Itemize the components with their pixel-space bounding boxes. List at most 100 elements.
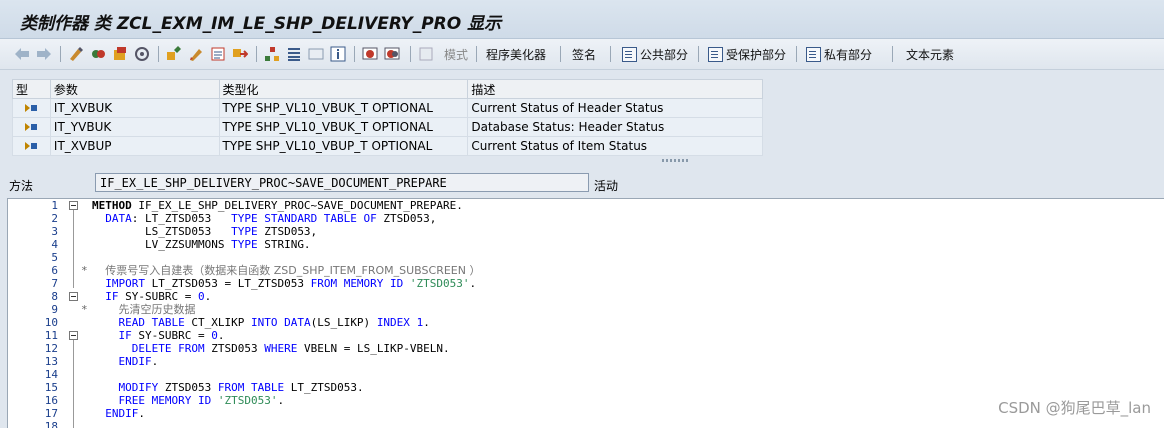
- splitter-handle[interactable]: [662, 159, 690, 162]
- line-number: 2: [51, 212, 58, 225]
- parameter-typing[interactable]: TYPE SHP_VL10_VBUK_T OPTIONAL: [218, 98, 469, 118]
- code-line[interactable]: LS_ZTSD053 TYPE ZTSD053,: [92, 225, 317, 238]
- column-header-type[interactable]: 型: [12, 79, 51, 99]
- parameter-type-cell[interactable]: [12, 136, 51, 156]
- navigation-icon[interactable]: [232, 45, 248, 63]
- column-header-description[interactable]: 描述: [467, 79, 763, 99]
- method-name-field[interactable]: IF_EX_LE_SHP_DELIVERY_PROC~SAVE_DOCUMENT…: [95, 173, 589, 192]
- abap-code-editor[interactable]: 1 2 3 4 5 6 7 8 9 10 11 12 13 14 15 16 1…: [7, 198, 1164, 428]
- line-number: 16: [44, 394, 58, 407]
- parameter-name[interactable]: IT_XVBUK: [49, 98, 220, 118]
- back-arrow-icon[interactable]: [14, 45, 30, 63]
- mode-icon: [418, 45, 434, 63]
- line-number: 6: [51, 264, 58, 277]
- mode-button[interactable]: 模式: [444, 45, 468, 63]
- line-number: 4: [51, 238, 58, 251]
- code-line[interactable]: IMPORT LT_ZTSD053 = LT_ZTSD053 FROM MEMO…: [92, 277, 476, 290]
- table-row[interactable]: IT_XVBUP TYPE SHP_VL10_VBUP_T OPTIONAL C…: [12, 136, 763, 156]
- line-number: 8: [51, 290, 58, 303]
- stack-icon[interactable]: [286, 45, 302, 63]
- pretty-printer-button[interactable]: 程序美化器: [486, 45, 546, 63]
- parameter-typing[interactable]: TYPE SHP_VL10_VBUP_T OPTIONAL: [218, 136, 469, 156]
- parameter-description[interactable]: Current Status of Header Status: [467, 98, 763, 118]
- window-title: 类制作器 类 ZCL_EXM_IM_LE_SHP_DELIVERY_PRO 显示: [20, 14, 502, 34]
- info-icon[interactable]: [330, 45, 346, 63]
- code-line[interactable]: ENDIF.: [92, 355, 159, 368]
- application-toolbar: 模式 程序美化器 签名 公共部分 受保护部分 私有部分 文本元素: [0, 39, 1164, 70]
- other-object-icon[interactable]: [90, 45, 106, 63]
- comment-marker: *: [81, 264, 88, 277]
- signature-button[interactable]: 签名: [572, 45, 596, 63]
- parameter-description[interactable]: Database Status: Header Status: [467, 117, 763, 137]
- breakpoint-icon[interactable]: [362, 45, 378, 63]
- line-number: 14: [44, 368, 58, 381]
- line-number: 15: [44, 381, 58, 394]
- code-line[interactable]: DATA: LT_ZTSD053 TYPE STANDARD TABLE OF …: [92, 212, 436, 225]
- protected-section-label: 受保护部分: [726, 47, 787, 62]
- title-bar: 类制作器 类 ZCL_EXM_IM_LE_SHP_DELIVERY_PRO 显示: [0, 0, 1164, 39]
- importing-parameter-icon: [24, 104, 38, 113]
- where-used-icon[interactable]: [134, 45, 150, 63]
- parameter-name[interactable]: IT_YVBUK: [49, 117, 220, 137]
- code-line[interactable]: METHOD IF_EX_LE_SHP_DELIVERY_PROC~SAVE_D…: [92, 199, 463, 212]
- text-elements-button[interactable]: 文本元素: [906, 45, 954, 63]
- section-icon: [806, 46, 821, 62]
- private-section-button[interactable]: 私有部分: [806, 45, 872, 63]
- line-number: 9: [51, 303, 58, 316]
- column-header-parameter[interactable]: 参数: [49, 79, 220, 99]
- parameter-typing[interactable]: TYPE SHP_VL10_VBUK_T OPTIONAL: [218, 117, 469, 137]
- parameter-type-cell[interactable]: [12, 98, 51, 118]
- code-line[interactable]: 先清空历史数据: [92, 303, 196, 316]
- fold-collapse-icon[interactable]: [69, 331, 78, 340]
- activate-icon[interactable]: [112, 45, 128, 63]
- code-line[interactable]: 传票号写入自建表（数据来自函数 ZSD_SHP_ITEM_FROM_SUBSCR…: [92, 264, 480, 277]
- line-number: 12: [44, 342, 58, 355]
- table-row[interactable]: IT_YVBUK TYPE SHP_VL10_VBUK_T OPTIONAL D…: [12, 117, 763, 137]
- code-line[interactable]: ENDIF.: [92, 407, 145, 420]
- line-number: 17: [44, 407, 58, 420]
- column-header-typing[interactable]: 类型化: [218, 79, 469, 99]
- line-number: 10: [44, 316, 58, 329]
- fold-guide: [73, 340, 74, 428]
- code-line[interactable]: DELETE FROM ZTSD053 WHERE VBELN = LS_LIK…: [92, 342, 450, 355]
- code-line[interactable]: MODIFY ZTSD053 FROM TABLE LT_ZTSD053.: [92, 381, 364, 394]
- window-icon[interactable]: [308, 45, 324, 63]
- line-number: 3: [51, 225, 58, 238]
- line-number: 1: [51, 199, 58, 212]
- hierarchy-icon[interactable]: [264, 45, 280, 63]
- line-number: 7: [51, 277, 58, 290]
- code-line[interactable]: IF SY-SUBRC = 0.: [92, 329, 225, 342]
- table-row[interactable]: IT_XVBUK TYPE SHP_VL10_VBUK_T OPTIONAL C…: [12, 98, 763, 118]
- parameter-description[interactable]: Current Status of Item Status: [467, 136, 763, 156]
- public-section-label: 公共部分: [640, 47, 689, 62]
- protected-section-button[interactable]: 受保护部分: [708, 45, 786, 63]
- method-row: 方法 IF_EX_LE_SHP_DELIVERY_PROC~SAVE_DOCUM…: [0, 173, 1164, 195]
- fold-collapse-icon[interactable]: [69, 292, 78, 301]
- pencil-icon[interactable]: [188, 45, 204, 63]
- toggle-display-change-icon[interactable]: [68, 45, 84, 63]
- line-number: 5: [51, 251, 58, 264]
- line-number: 11: [44, 329, 58, 342]
- code-line[interactable]: READ TABLE CT_XLIKP INTO DATA(LS_LIKP) I…: [92, 316, 430, 329]
- line-number: 13: [44, 355, 58, 368]
- section-icon: [708, 46, 723, 62]
- watermark: CSDN @狗尾巴草_lan: [998, 399, 1151, 417]
- code-line[interactable]: FREE MEMORY ID 'ZTSD053'.: [92, 394, 285, 407]
- code-line[interactable]: LV_ZZSUMMONS TYPE STRING.: [92, 238, 311, 251]
- code-line[interactable]: IF SY-SUBRC = 0.: [92, 290, 211, 303]
- public-section-button[interactable]: 公共部分: [622, 45, 688, 63]
- importing-parameter-icon: [24, 123, 38, 132]
- external-breakpoint-icon[interactable]: [384, 45, 400, 63]
- parameter-table: 型 参数 类型化 描述 IT_XVBUK TYPE SHP_VL10_VBUK_…: [12, 79, 763, 156]
- fold-guide: [73, 210, 74, 288]
- check-icon[interactable]: [166, 45, 182, 63]
- method-status: 活动: [594, 179, 619, 193]
- parameter-type-cell[interactable]: [12, 117, 51, 137]
- method-label: 方法: [9, 179, 34, 193]
- fold-collapse-icon[interactable]: [69, 201, 78, 210]
- object-list-icon[interactable]: [210, 45, 226, 63]
- forward-arrow-icon[interactable]: [36, 45, 52, 63]
- comment-marker: *: [81, 303, 88, 316]
- importing-parameter-icon: [24, 142, 38, 151]
- parameter-name[interactable]: IT_XVBUP: [49, 136, 220, 156]
